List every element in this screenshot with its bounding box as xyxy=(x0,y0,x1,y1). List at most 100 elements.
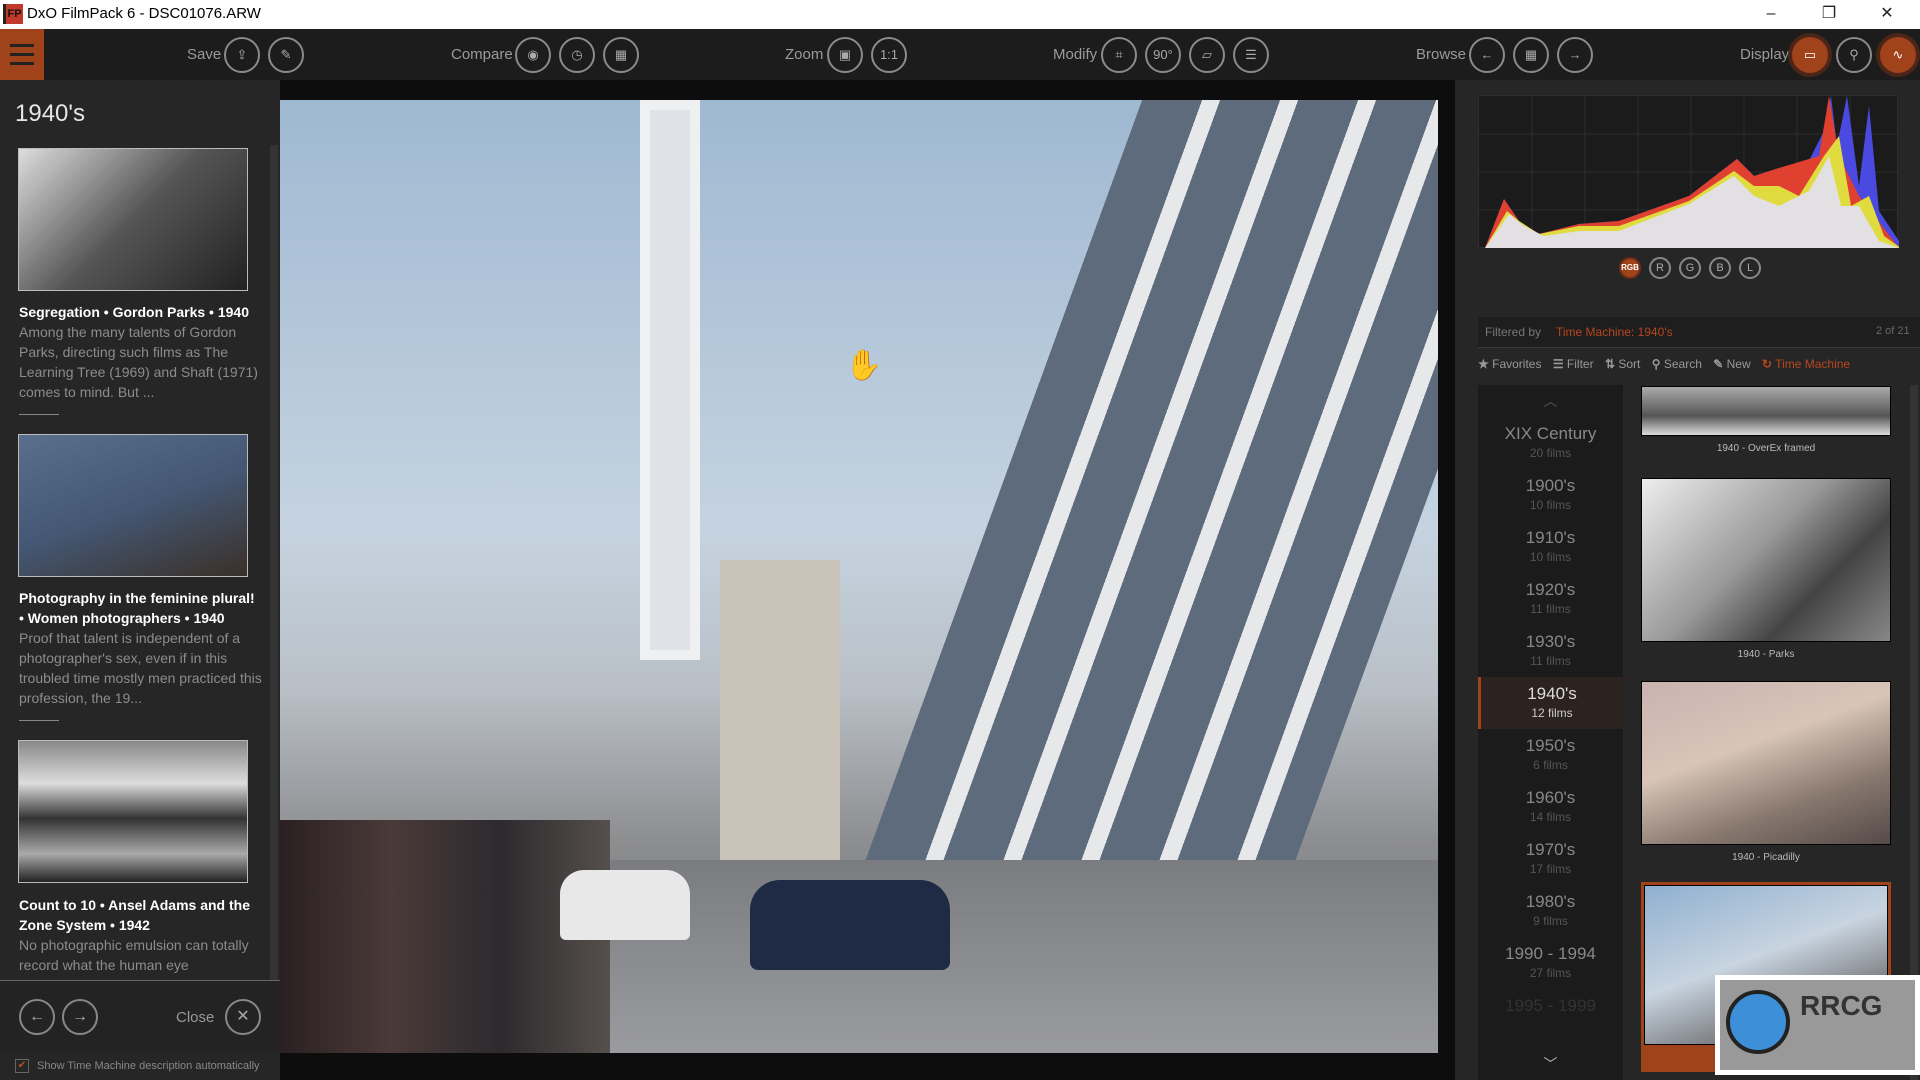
perspective-icon[interactable]: ▱ xyxy=(1189,37,1225,73)
sort-button[interactable]: ⇅ Sort xyxy=(1605,357,1640,371)
history-icon[interactable]: ◷ xyxy=(559,37,595,73)
crop-icon[interactable]: ⌗ xyxy=(1101,37,1137,73)
decade-item[interactable]: 1900's 10 films xyxy=(1478,469,1623,521)
decade-item[interactable]: 1980's 9 films xyxy=(1478,885,1623,937)
histogram-icon[interactable]: ∿ xyxy=(1880,37,1916,73)
title-bar: FP DxO FilmPack 6 - DSC01076.ARW – ❐ ✕ xyxy=(0,0,1920,29)
save-label: Save xyxy=(187,46,222,63)
loupe-icon[interactable]: ⚲ xyxy=(1836,37,1872,73)
new-button[interactable]: ✎ New xyxy=(1713,357,1750,371)
channel-l-button[interactable]: L xyxy=(1739,257,1761,279)
sliders-icon[interactable]: ☰ xyxy=(1233,37,1269,73)
card-image[interactable] xyxy=(18,148,248,291)
favorites-button[interactable]: ★ Favorites xyxy=(1478,357,1541,371)
card-description: Proof that talent is independent of a ph… xyxy=(19,630,262,706)
auto-description-checkbox[interactable]: ✔ xyxy=(15,1059,29,1073)
decade-name: 1980's xyxy=(1525,892,1576,911)
channel-g-button[interactable]: G xyxy=(1679,257,1701,279)
close-icon[interactable]: ✕ xyxy=(225,999,261,1035)
time-machine-button[interactable]: ↻ Time Machine xyxy=(1762,357,1850,371)
divider xyxy=(19,414,59,415)
channel-rgb-button[interactable]: RGB xyxy=(1619,257,1641,279)
gallery-icon[interactable]: ▦ xyxy=(603,37,639,73)
filter-button[interactable]: ☰ Filter xyxy=(1553,357,1594,371)
previous-button[interactable]: ← xyxy=(19,999,55,1035)
tool-label: Filter xyxy=(1566,357,1594,371)
list-icon: ☰ xyxy=(1552,357,1564,371)
decade-name: 1970's xyxy=(1525,840,1576,859)
toolbar: Save ⇪ ✎ Compare ◉ ◷ ▦ Zoom ▣ 1:1 Modify… xyxy=(0,29,1920,80)
minimize-button[interactable]: – xyxy=(1748,2,1794,26)
card-title[interactable]: Photography in the feminine plural! • Wo… xyxy=(19,588,259,628)
filter-value[interactable]: Time Machine: 1940's xyxy=(1556,325,1673,339)
decade-count: 12 films xyxy=(1531,706,1573,720)
decade-item[interactable]: 1930's 11 films xyxy=(1478,625,1623,677)
decade-item[interactable]: 1940's 12 films xyxy=(1478,677,1623,729)
decade-name: 1940's xyxy=(1527,684,1577,703)
zoom-1to1-button[interactable]: 1:1 xyxy=(871,37,907,73)
decade-item[interactable]: 1960's 14 films xyxy=(1478,781,1623,833)
star-icon: ★ xyxy=(1478,357,1489,371)
browse-label: Browse xyxy=(1416,46,1467,63)
sort-icon: ⇅ xyxy=(1604,357,1615,371)
decade-item[interactable]: 1995 - 1999 xyxy=(1478,989,1623,1041)
tool-label: Search xyxy=(1663,357,1702,371)
decade-count: 6 films xyxy=(1533,758,1568,772)
decade-item[interactable]: XIX Century 20 films xyxy=(1478,417,1623,469)
window-title: DxO FilmPack 6 - DSC01076.ARW xyxy=(27,5,261,22)
decade-item[interactable]: 1920's 11 films xyxy=(1478,573,1623,625)
decade-name: 1990 - 1994 xyxy=(1505,944,1596,963)
filter-prefix: Filtered by xyxy=(1485,325,1542,339)
decade-name: 1910's xyxy=(1525,528,1576,547)
close-window-button[interactable]: ✕ xyxy=(1864,2,1910,26)
decade-count: 20 films xyxy=(1529,446,1572,460)
tool-label: Sort xyxy=(1618,357,1641,371)
card-description: Among the many talents of Gordon Parks, … xyxy=(19,324,258,400)
thumbnail[interactable]: 1940 - Parks xyxy=(1641,478,1891,660)
decade-name: 1920's xyxy=(1525,580,1576,599)
arrow-left-icon[interactable]: ← xyxy=(1469,37,1505,73)
card-title[interactable]: Count to 10 • Ansel Adams and the Zone S… xyxy=(19,895,259,935)
decade-count: 10 films xyxy=(1529,550,1572,564)
decade-item[interactable]: 1910's 10 films xyxy=(1478,521,1623,573)
card-image[interactable] xyxy=(18,434,248,577)
scroll-down-icon[interactable]: ﹀ xyxy=(1478,1054,1623,1074)
decade-count: 27 films xyxy=(1529,966,1572,980)
new-icon: ✎ xyxy=(1713,357,1724,371)
scroll-up-icon[interactable]: ︿ xyxy=(1478,385,1623,417)
export-edit-icon[interactable]: ✎ xyxy=(268,37,304,73)
card-description: No photographic emulsion can totally rec… xyxy=(19,937,249,973)
channel-b-button[interactable]: B xyxy=(1709,257,1731,279)
menu-button[interactable] xyxy=(0,29,44,80)
arrow-right-icon[interactable]: → xyxy=(1557,37,1593,73)
card-image[interactable] xyxy=(18,740,248,883)
close-label[interactable]: Close xyxy=(176,1009,214,1026)
channel-r-button[interactable]: R xyxy=(1649,257,1671,279)
decade-item[interactable]: 1970's 17 films xyxy=(1478,833,1623,885)
decade-item[interactable]: 1950's 6 films xyxy=(1478,729,1623,781)
fit-icon[interactable]: ▣ xyxy=(827,37,863,73)
modify-label: Modify xyxy=(1053,46,1098,63)
search-button[interactable]: ⚲ Search xyxy=(1652,357,1702,371)
thumbnail-label: 1940 - Picadilly xyxy=(1732,852,1800,863)
hand-cursor-icon: ✋ xyxy=(845,349,883,382)
card-navigation: ← → Close ✕ xyxy=(0,980,280,1053)
thumbnail[interactable]: 1940 - Picadilly xyxy=(1641,681,1891,863)
zoom-label: Zoom xyxy=(785,46,824,63)
left-scrollbar[interactable] xyxy=(270,145,278,980)
thumbnail[interactable]: 1940 - OverEx framed xyxy=(1641,386,1891,454)
photo-car xyxy=(560,870,690,940)
restore-button[interactable]: ❐ xyxy=(1806,2,1852,26)
thumbnail-label: 1940 - OverEx framed xyxy=(1716,443,1816,454)
rotate-button[interactable]: 90° xyxy=(1145,37,1181,73)
decade-item[interactable]: 1990 - 1994 27 films xyxy=(1478,937,1623,989)
next-button[interactable]: → xyxy=(62,999,98,1035)
eye-icon[interactable]: ◉ xyxy=(515,37,551,73)
card-title[interactable]: Segregation • Gordon Parks • 1940 xyxy=(19,302,259,322)
monitor-icon[interactable]: ▭ xyxy=(1792,37,1828,73)
grid-icon[interactable]: ▦ xyxy=(1513,37,1549,73)
decade-name: 1995 - 1999 xyxy=(1505,996,1596,1015)
main-photo[interactable]: ✋ xyxy=(280,100,1438,1053)
app-logo: FP xyxy=(3,4,23,24)
export-icon[interactable]: ⇪ xyxy=(224,37,260,73)
